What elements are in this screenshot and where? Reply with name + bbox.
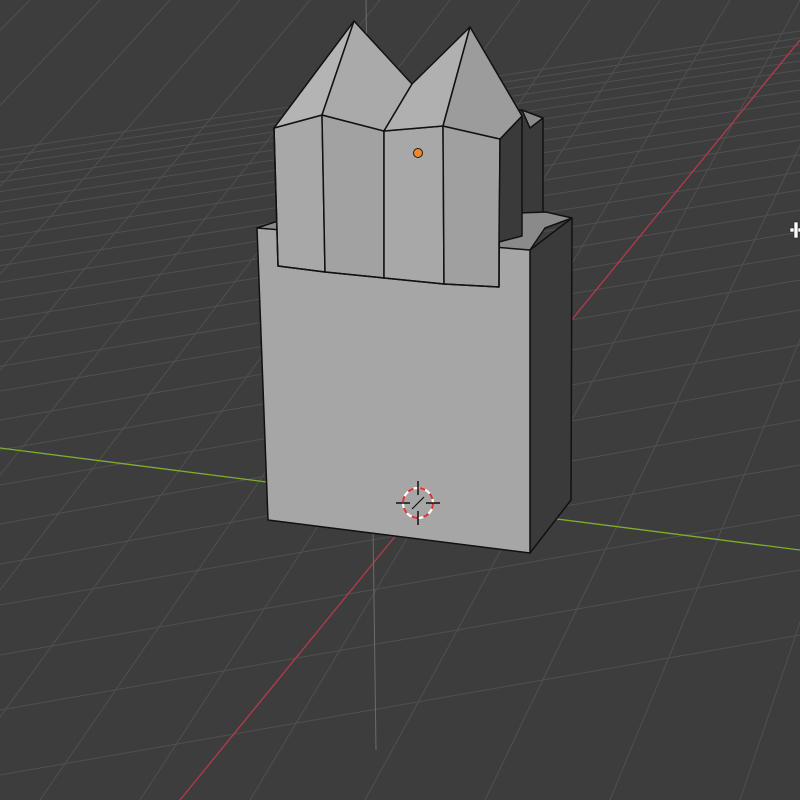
- upper-prism-face-2: [321, 114, 385, 279]
- move-crosshair-icon[interactable]: [789, 221, 800, 239]
- viewport-canvas[interactable]: [0, 0, 800, 800]
- origin-dot-icon[interactable]: [413, 148, 423, 158]
- lower-box-right-face: [529, 217, 573, 554]
- mesh-object[interactable]: [256, 20, 573, 554]
- 3d-viewport[interactable]: [0, 0, 800, 800]
- upper-prism-face-1: [273, 114, 326, 273]
- upper-prism-face-4: [442, 125, 501, 288]
- upper-prism-face-3: [383, 125, 445, 285]
